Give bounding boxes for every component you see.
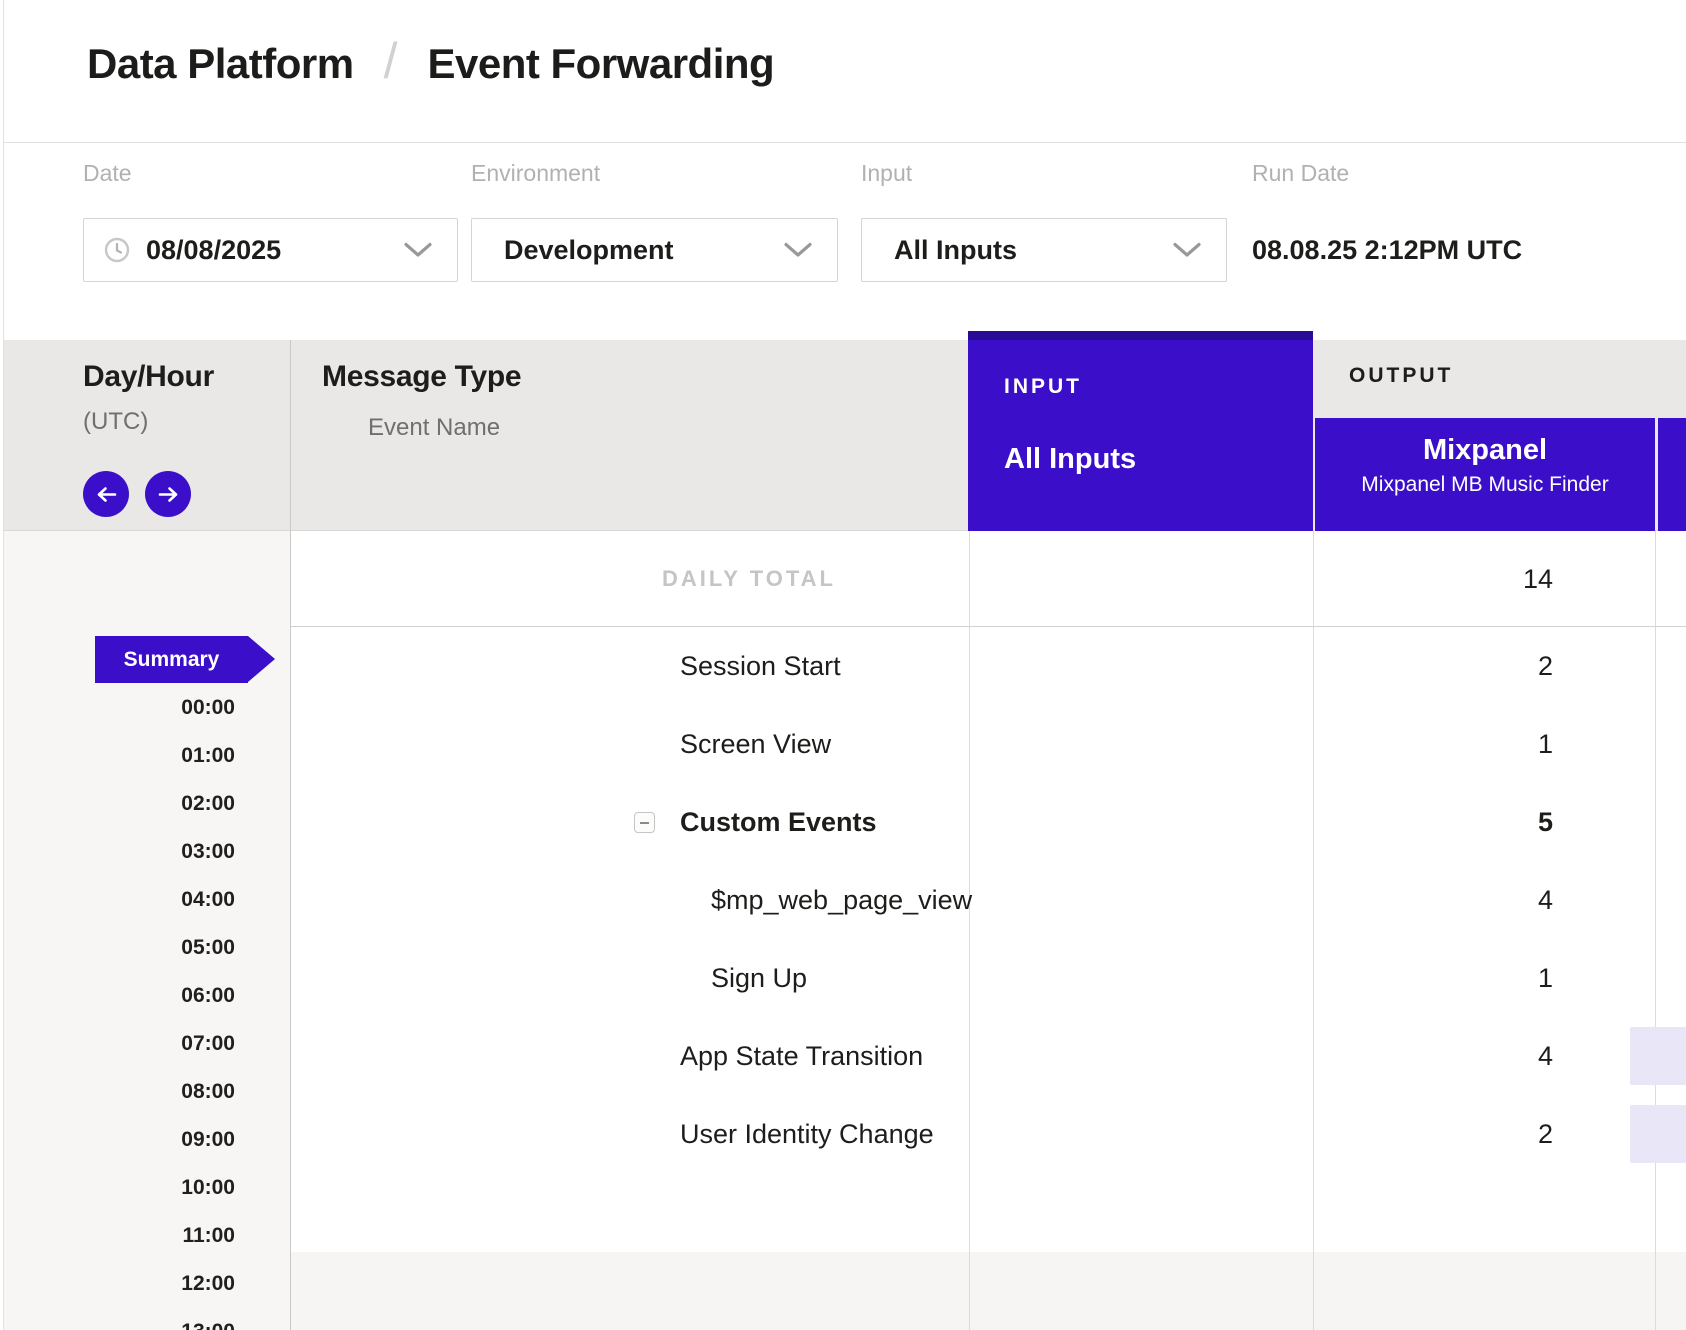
chevron-down-icon: [403, 242, 433, 258]
day-hour-timezone: (UTC): [83, 408, 148, 436]
run-date: Run Date 08.08.25 2:12PM UTC: [1252, 160, 1522, 282]
event-name: Sign Up: [711, 939, 807, 1017]
event-row: App State Transition 4 1: [291, 1017, 1686, 1095]
date-filter-label: Date: [83, 160, 458, 194]
daily-total-label: DAILY TOTAL: [662, 531, 836, 627]
event-name: Screen View: [680, 705, 831, 783]
summary-flag-pointer: [248, 636, 275, 682]
input-filter-label: Input: [861, 160, 1227, 194]
input-column-header[interactable]: INPUT All Inputs: [968, 331, 1313, 531]
daily-total-output-value: 9: [1604, 531, 1686, 627]
daily-total-input-value: 14: [1260, 531, 1553, 627]
output-column-subtitle: Mixpanel MB Music Finder: [1315, 473, 1655, 497]
environment-select[interactable]: Development: [471, 218, 838, 282]
summary-flag[interactable]: Summary: [95, 636, 275, 683]
environment-filter: Environment Development: [471, 160, 838, 282]
input-value: 4: [1260, 1017, 1553, 1095]
hour-item[interactable]: 10:00: [4, 1164, 235, 1212]
hour-item[interactable]: 00:00: [4, 684, 235, 732]
message-type-header: Message Type: [322, 360, 521, 394]
hour-item[interactable]: 12:00: [4, 1260, 235, 1308]
environment-filter-label: Environment: [471, 160, 838, 194]
date-select[interactable]: 08/08/2025: [83, 218, 458, 282]
page-title: Event Forwarding: [427, 40, 774, 88]
input-column-name: All Inputs: [1004, 443, 1136, 476]
event-row: Sign Up 1 1: [291, 939, 1686, 1017]
clock-icon: [104, 237, 130, 263]
event-name-subheader: Event Name: [368, 414, 500, 442]
input-select-value: All Inputs: [894, 235, 1017, 266]
event-name: Custom Events: [680, 783, 877, 861]
input-value: 1: [1260, 939, 1553, 1017]
hour-item[interactable]: 13:00: [4, 1308, 235, 1330]
arrow-left-icon: [95, 486, 118, 503]
breadcrumb-section[interactable]: Data Platform: [87, 40, 354, 88]
output-value: 1: [1604, 939, 1686, 1017]
input-value: 1: [1260, 705, 1553, 783]
hour-item[interactable]: 01:00: [4, 732, 235, 780]
hour-item[interactable]: 06:00: [4, 972, 235, 1020]
summary-flag-label: Summary: [95, 636, 248, 683]
hour-item[interactable]: 03:00: [4, 828, 235, 876]
output-value: 5: [1604, 783, 1686, 861]
event-name: Session Start: [680, 627, 841, 705]
output-column-name: Mixpanel: [1315, 434, 1655, 467]
chevron-down-icon: [1172, 242, 1202, 258]
input-select[interactable]: All Inputs: [861, 218, 1227, 282]
date-select-value: 08/08/2025: [146, 235, 281, 266]
hour-item[interactable]: 08:00: [4, 1068, 235, 1116]
day-hour-header: Day/Hour: [83, 360, 214, 394]
input-column-kicker: INPUT: [1004, 375, 1082, 399]
collapse-toggle-icon[interactable]: [634, 812, 655, 833]
event-name: User Identity Change: [680, 1095, 934, 1173]
next-output-column-partial: [1658, 418, 1686, 531]
breadcrumb-separator-icon: /: [384, 32, 398, 90]
event-name: App State Transition: [680, 1017, 923, 1095]
hour-item[interactable]: 04:00: [4, 876, 235, 924]
chevron-down-icon: [783, 242, 813, 258]
event-row: Custom Events 5 5: [291, 783, 1686, 861]
output-value: 2: [1604, 627, 1686, 705]
event-row: Session Start 2 2: [291, 627, 1686, 705]
event-name: $mp_web_page_view: [711, 861, 972, 939]
table-footer-area: [291, 1252, 1686, 1330]
input-value: 2: [1260, 1095, 1553, 1173]
event-row: Screen View 1 1: [291, 705, 1686, 783]
output-value-highlighted: 0: [1630, 1105, 1686, 1163]
previous-day-button[interactable]: [83, 471, 129, 517]
daily-total-row: DAILY TOTAL 14 9: [291, 531, 1686, 627]
hour-item[interactable]: 02:00: [4, 780, 235, 828]
input-value: 2: [1260, 627, 1553, 705]
event-forwarding-page: Data Platform / Event Forwarding Date 08…: [0, 0, 1686, 1330]
breadcrumb: Data Platform / Event Forwarding: [87, 28, 774, 100]
run-date-label: Run Date: [1252, 160, 1522, 194]
hour-item[interactable]: 11:00: [4, 1212, 235, 1260]
run-date-value: 08.08.25 2:12PM UTC: [1252, 218, 1522, 282]
input-value: 5: [1260, 783, 1553, 861]
day-nav: [83, 471, 191, 517]
output-column-header[interactable]: Mixpanel Mixpanel MB Music Finder: [1315, 418, 1655, 531]
environment-select-value: Development: [504, 235, 674, 266]
output-value: 4: [1604, 861, 1686, 939]
date-filter: Date 08/08/2025: [83, 160, 458, 282]
hour-item[interactable]: 07:00: [4, 1020, 235, 1068]
header-divider: [4, 142, 1686, 143]
next-day-button[interactable]: [145, 471, 191, 517]
arrow-right-icon: [157, 486, 180, 503]
event-row: User Identity Change 2 0: [291, 1095, 1686, 1173]
output-value-highlighted: 1: [1630, 1027, 1686, 1085]
event-row: $mp_web_page_view 4 4: [291, 861, 1686, 939]
input-filter: Input All Inputs: [861, 160, 1227, 282]
input-value: 4: [1260, 861, 1553, 939]
output-value: 1: [1604, 705, 1686, 783]
output-column-kicker: OUTPUT: [1349, 364, 1453, 388]
hour-item[interactable]: 05:00: [4, 924, 235, 972]
hours-list: 00:0001:0002:0003:0004:0005:0006:0007:00…: [4, 684, 235, 1330]
hour-item[interactable]: 09:00: [4, 1116, 235, 1164]
